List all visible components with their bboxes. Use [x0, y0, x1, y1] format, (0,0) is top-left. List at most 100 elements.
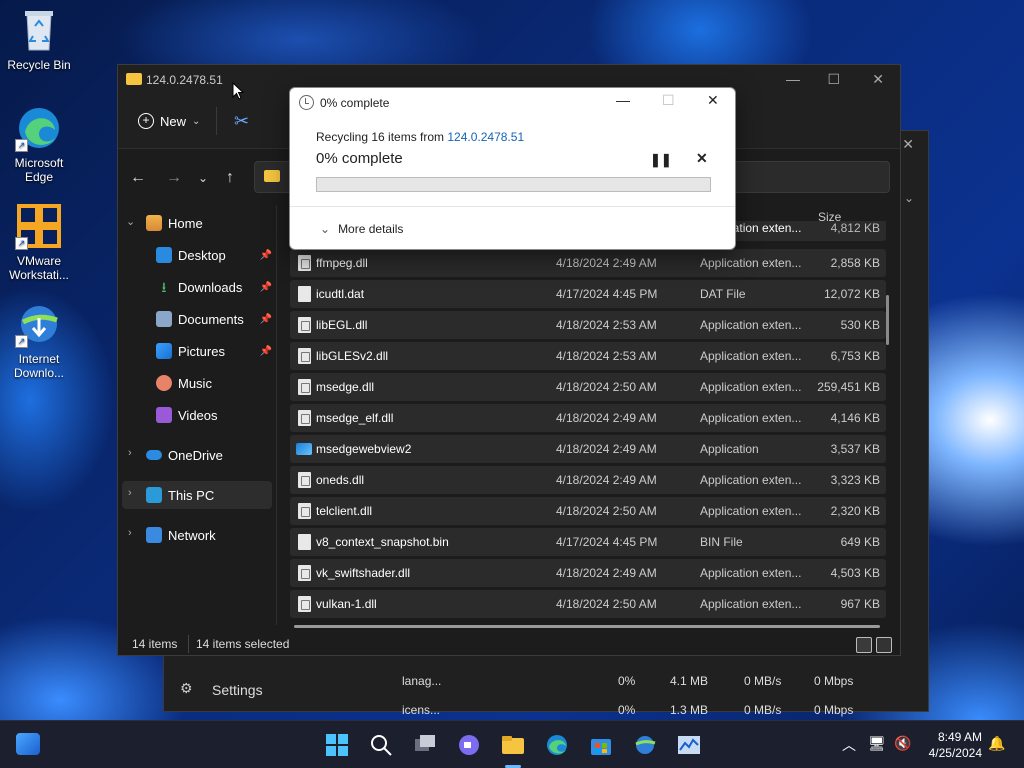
sidebar-item-pictures[interactable]: Pictures 📌: [118, 337, 276, 365]
desktop-icon-edge[interactable]: ↗ Microsoft Edge: [4, 104, 74, 184]
table-row[interactable]: msedge.dll 4/18/2024 2:50 AM Application e…: [290, 373, 886, 401]
sidebar-item-label: This PC: [168, 487, 215, 503]
file-date: 4/18/2024 2:50 AM: [556, 380, 657, 394]
clock-time[interactable]: 8:49 AM: [922, 730, 982, 744]
edge-icon[interactable]: [545, 733, 569, 757]
process-disk: 0 MB/s: [744, 703, 782, 717]
table-row[interactable]: libEGL.dll 4/18/2024 2:53 AM Application e…: [290, 311, 886, 339]
table-row[interactable]: oneds.dll 4/18/2024 2:49 AM Application ex…: [290, 466, 886, 494]
sidebar-item-home[interactable]: Home: [118, 209, 276, 237]
dll-file-icon: [298, 596, 311, 612]
file-size: 530 KB: [840, 318, 880, 332]
file-type: Application exten...: [700, 504, 802, 518]
pin-icon[interactable]: 📌: [260, 346, 272, 357]
separator: [216, 107, 217, 135]
desktop-icon-idm[interactable]: ↗ Internet Downlo...: [4, 300, 74, 380]
internet-download-manager-icon: ↗: [15, 300, 63, 348]
pane-divider[interactable]: [276, 205, 277, 625]
file-type: Application exten...: [700, 473, 802, 487]
table-row[interactable]: libGLESv2.dll 4/18/2024 2:53 AM Applicatio…: [290, 342, 886, 370]
minimize-icon[interactable]: —: [786, 71, 800, 87]
back-icon[interactable]: ←: [130, 169, 146, 187]
pin-icon[interactable]: 📌: [260, 314, 272, 325]
table-row[interactable]: vk_swiftshader.dll 4/18/2024 2:49 AM Appli…: [290, 559, 886, 587]
file-name: icudtl.dat: [316, 287, 365, 301]
table-row[interactable]: msedgewebview2 4/18/2024 2:49 AM Applicati…: [290, 435, 886, 463]
show-hidden-icons-chevron-icon[interactable]: ︿: [842, 735, 856, 755]
mouse-cursor-icon: [232, 81, 245, 103]
notifications-icon[interactable]: 🔔: [988, 735, 1005, 752]
minimize-icon[interactable]: —: [616, 92, 630, 108]
table-row[interactable]: ffmpeg.dll 4/18/2024 2:49 AM Application e…: [290, 249, 886, 277]
table-row[interactable]: vulkan-1.dll 4/18/2024 2:50 AM Application…: [290, 590, 886, 618]
task-manager-icon[interactable]: [677, 733, 701, 757]
scrollbar-thumb[interactable]: [886, 295, 889, 345]
file-explorer-icon[interactable]: [501, 733, 525, 757]
desktop-icon-recycle-bin[interactable]: Recycle Bin: [4, 6, 74, 72]
up-icon[interactable]: ↑: [226, 169, 234, 187]
sidebar-item-this-pc[interactable]: › This PC: [122, 481, 272, 509]
cancel-icon[interactable]: ✕: [696, 150, 708, 167]
pin-icon[interactable]: 📌: [260, 282, 272, 293]
file-date: 4/18/2024 2:49 AM: [556, 256, 657, 270]
source-folder-link[interactable]: 124.0.2478.51: [447, 130, 524, 144]
sidebar-item-music[interactable]: Music: [118, 369, 276, 397]
volume-muted-icon[interactable]: 🔇: [894, 735, 911, 752]
sidebar-item-downloads[interactable]: ⭳ Downloads 📌: [118, 273, 276, 301]
clock-date[interactable]: 4/25/2024: [922, 746, 982, 760]
cut-icon[interactable]: ✂: [234, 111, 249, 132]
desktop-icon-vmware[interactable]: ↗ VMware Workstati...: [4, 202, 74, 282]
more-details-button[interactable]: ⌄ More details: [320, 222, 403, 236]
separator: [290, 206, 735, 207]
start-icon[interactable]: [325, 733, 349, 757]
desktop-icon-label: Microsoft Edge: [14, 156, 64, 184]
store-icon[interactable]: [589, 733, 613, 757]
close-icon[interactable]: ✕: [707, 92, 719, 109]
sidebar-item-network[interactable]: Network: [118, 521, 276, 549]
chat-icon[interactable]: [457, 733, 481, 757]
table-row[interactable]: icudtl.dat 4/17/2024 4:45 PM DAT File 12,07…: [290, 280, 886, 308]
file-type: Application exten...: [700, 411, 802, 425]
forward-icon[interactable]: →: [166, 169, 182, 187]
chevron-down-icon[interactable]: ⌄: [904, 191, 914, 205]
file-date: 4/17/2024 4:45 PM: [556, 535, 658, 549]
table-row[interactable]: telclient.dll 4/18/2024 2:50 AM Applicatio…: [290, 497, 886, 525]
recent-chevron-icon[interactable]: ⌄: [198, 171, 208, 185]
edge-icon: ↗: [15, 104, 63, 152]
file-name: msedgewebview2: [316, 442, 412, 456]
search-icon[interactable]: [369, 733, 393, 757]
sidebar-item-label: Music: [178, 375, 212, 391]
file-date: 4/18/2024 2:49 AM: [556, 442, 657, 456]
internet-download-manager-icon[interactable]: [633, 733, 657, 757]
file-type: Application exten...: [700, 256, 802, 270]
recycle-bin-icon: [15, 6, 63, 54]
recycle-progress-dialog: 0% complete — ☐ ✕ Recycling 16 items fro…: [289, 87, 736, 250]
pause-icon[interactable]: ❚❚: [650, 152, 672, 168]
pin-icon[interactable]: 📌: [260, 250, 272, 261]
maximize-icon[interactable]: ☐: [827, 71, 840, 88]
new-button[interactable]: + New ⌄: [138, 113, 200, 129]
close-icon[interactable]: ✕: [902, 137, 914, 153]
sidebar-item-onedrive[interactable]: OneDrive: [118, 441, 276, 469]
process-memory: 1.3 MB: [670, 703, 709, 717]
sidebar-item-videos[interactable]: Videos: [118, 401, 276, 429]
task-view-icon[interactable]: [413, 733, 437, 757]
horizontal-scrollbar[interactable]: [294, 625, 880, 628]
taskbar: ︿ 🖥 🔇 8:49 AM 4/25/2024 🔔: [0, 720, 1024, 768]
file-size: 3,323 KB: [830, 473, 880, 487]
chevron-right-icon[interactable]: ›: [128, 487, 132, 499]
tiles-view-icon[interactable]: [876, 637, 892, 653]
network-status-icon[interactable]: 🖥: [868, 735, 886, 752]
details-view-icon[interactable]: [856, 637, 872, 653]
gear-icon: ⚙: [180, 680, 193, 696]
sidebar-item-documents[interactable]: Documents 📌: [118, 305, 276, 333]
sidebar-item-label: OneDrive: [168, 447, 223, 463]
sidebar-item-desktop[interactable]: Desktop 📌: [118, 241, 276, 269]
table-row[interactable]: msedge_elf.dll 4/18/2024 2:49 AM Applicati…: [290, 404, 886, 432]
widgets-icon[interactable]: [16, 733, 40, 755]
file-type: BIN File: [700, 535, 743, 549]
file-size: 649 KB: [840, 535, 880, 549]
close-icon[interactable]: ✕: [872, 71, 884, 88]
vertical-scrollbar[interactable]: [886, 225, 890, 605]
table-row[interactable]: v8_context_snapshot.bin 4/17/2024 4:45 PM…: [290, 528, 886, 556]
